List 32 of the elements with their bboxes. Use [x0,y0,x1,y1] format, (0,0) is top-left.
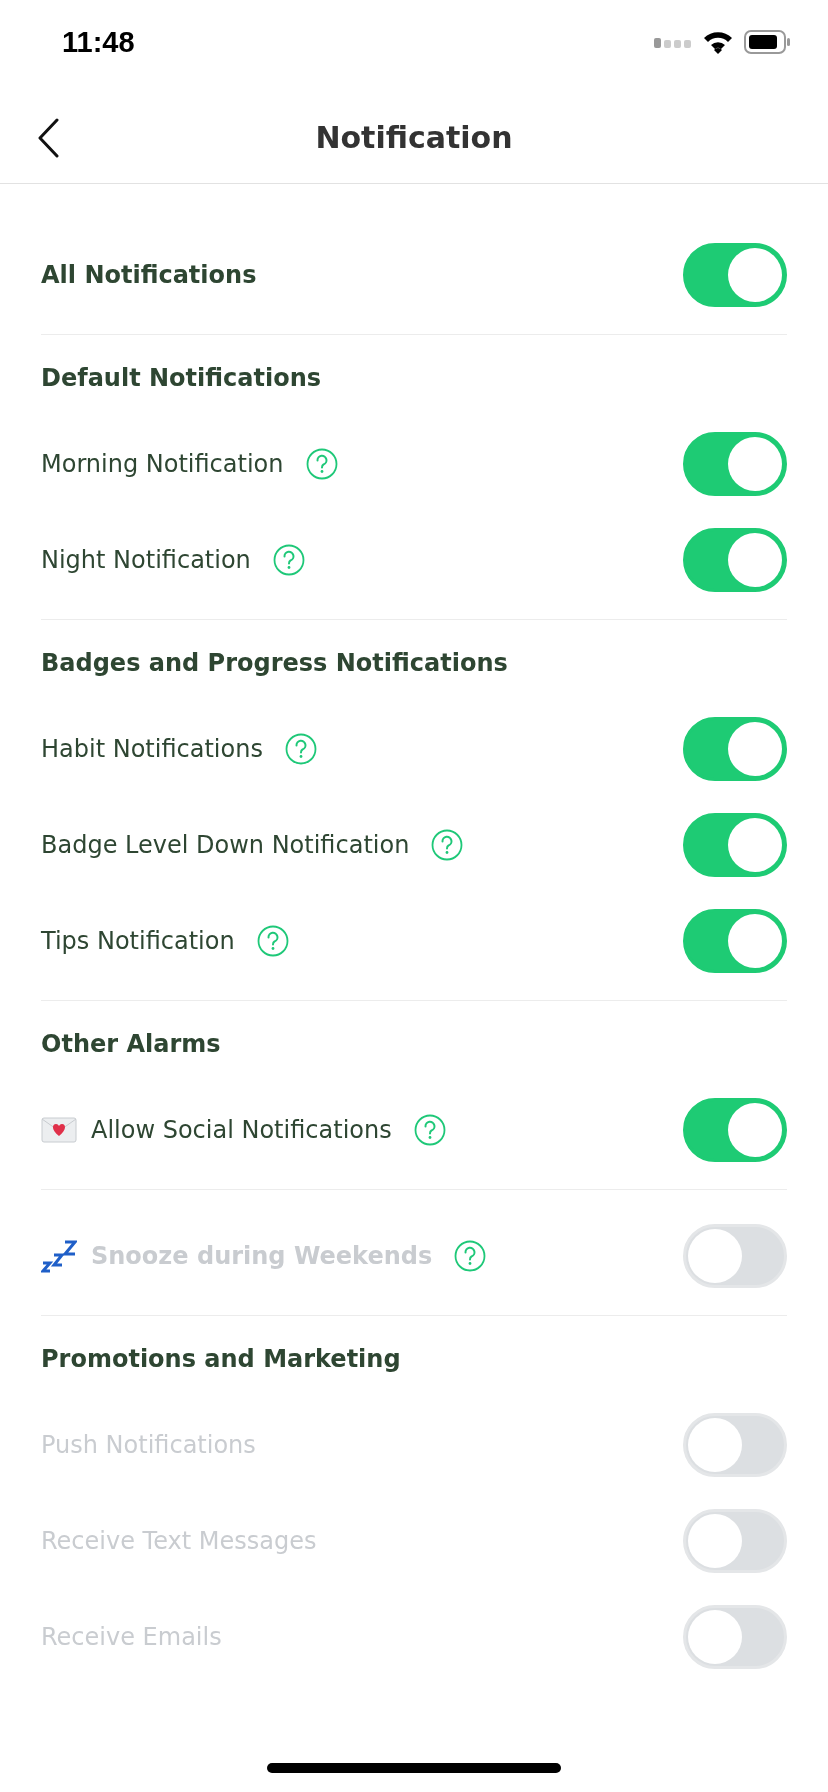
section-header: Promotions and Marketing [41,1344,402,1375]
toggle-switch[interactable] [683,717,787,781]
help-icon[interactable] [256,925,289,957]
help-icon[interactable] [413,1114,446,1146]
section-header: Default Notifications [41,363,323,394]
section-header: Badges and Progress Notifications [41,648,509,679]
setting-label: Allow Social Notifications [91,1116,392,1144]
help-icon[interactable] [272,544,305,576]
back-icon [37,118,59,158]
toggle-switch[interactable] [683,813,787,877]
setting-label: Morning Notification [41,450,284,478]
toggle-switch[interactable] [683,1098,787,1162]
toggle-switch[interactable] [683,909,787,973]
toggle-switch[interactable] [683,243,787,307]
screen-title: Notification [315,120,513,155]
toggle-switch[interactable] [683,432,787,496]
status-time: 11:48 [62,25,135,59]
setting-label: Badge Level Down Notification [41,831,410,859]
setting-label: Night Notification [41,546,251,574]
wifi-icon [702,30,734,54]
love-letter-icon [41,1117,77,1143]
section-header: Other Alarms [41,1029,222,1060]
setting-label: All Notifications [41,261,257,289]
toggle-switch[interactable] [683,528,787,592]
signal-icon [654,36,692,48]
help-icon[interactable] [284,733,317,765]
setting-label: Tips Notification [41,927,235,955]
setting-label: Habit Notifications [41,735,263,763]
battery-icon [744,30,790,54]
help-icon[interactable] [431,829,464,861]
sleep-icon [41,1238,77,1274]
help-icon[interactable] [305,448,338,480]
